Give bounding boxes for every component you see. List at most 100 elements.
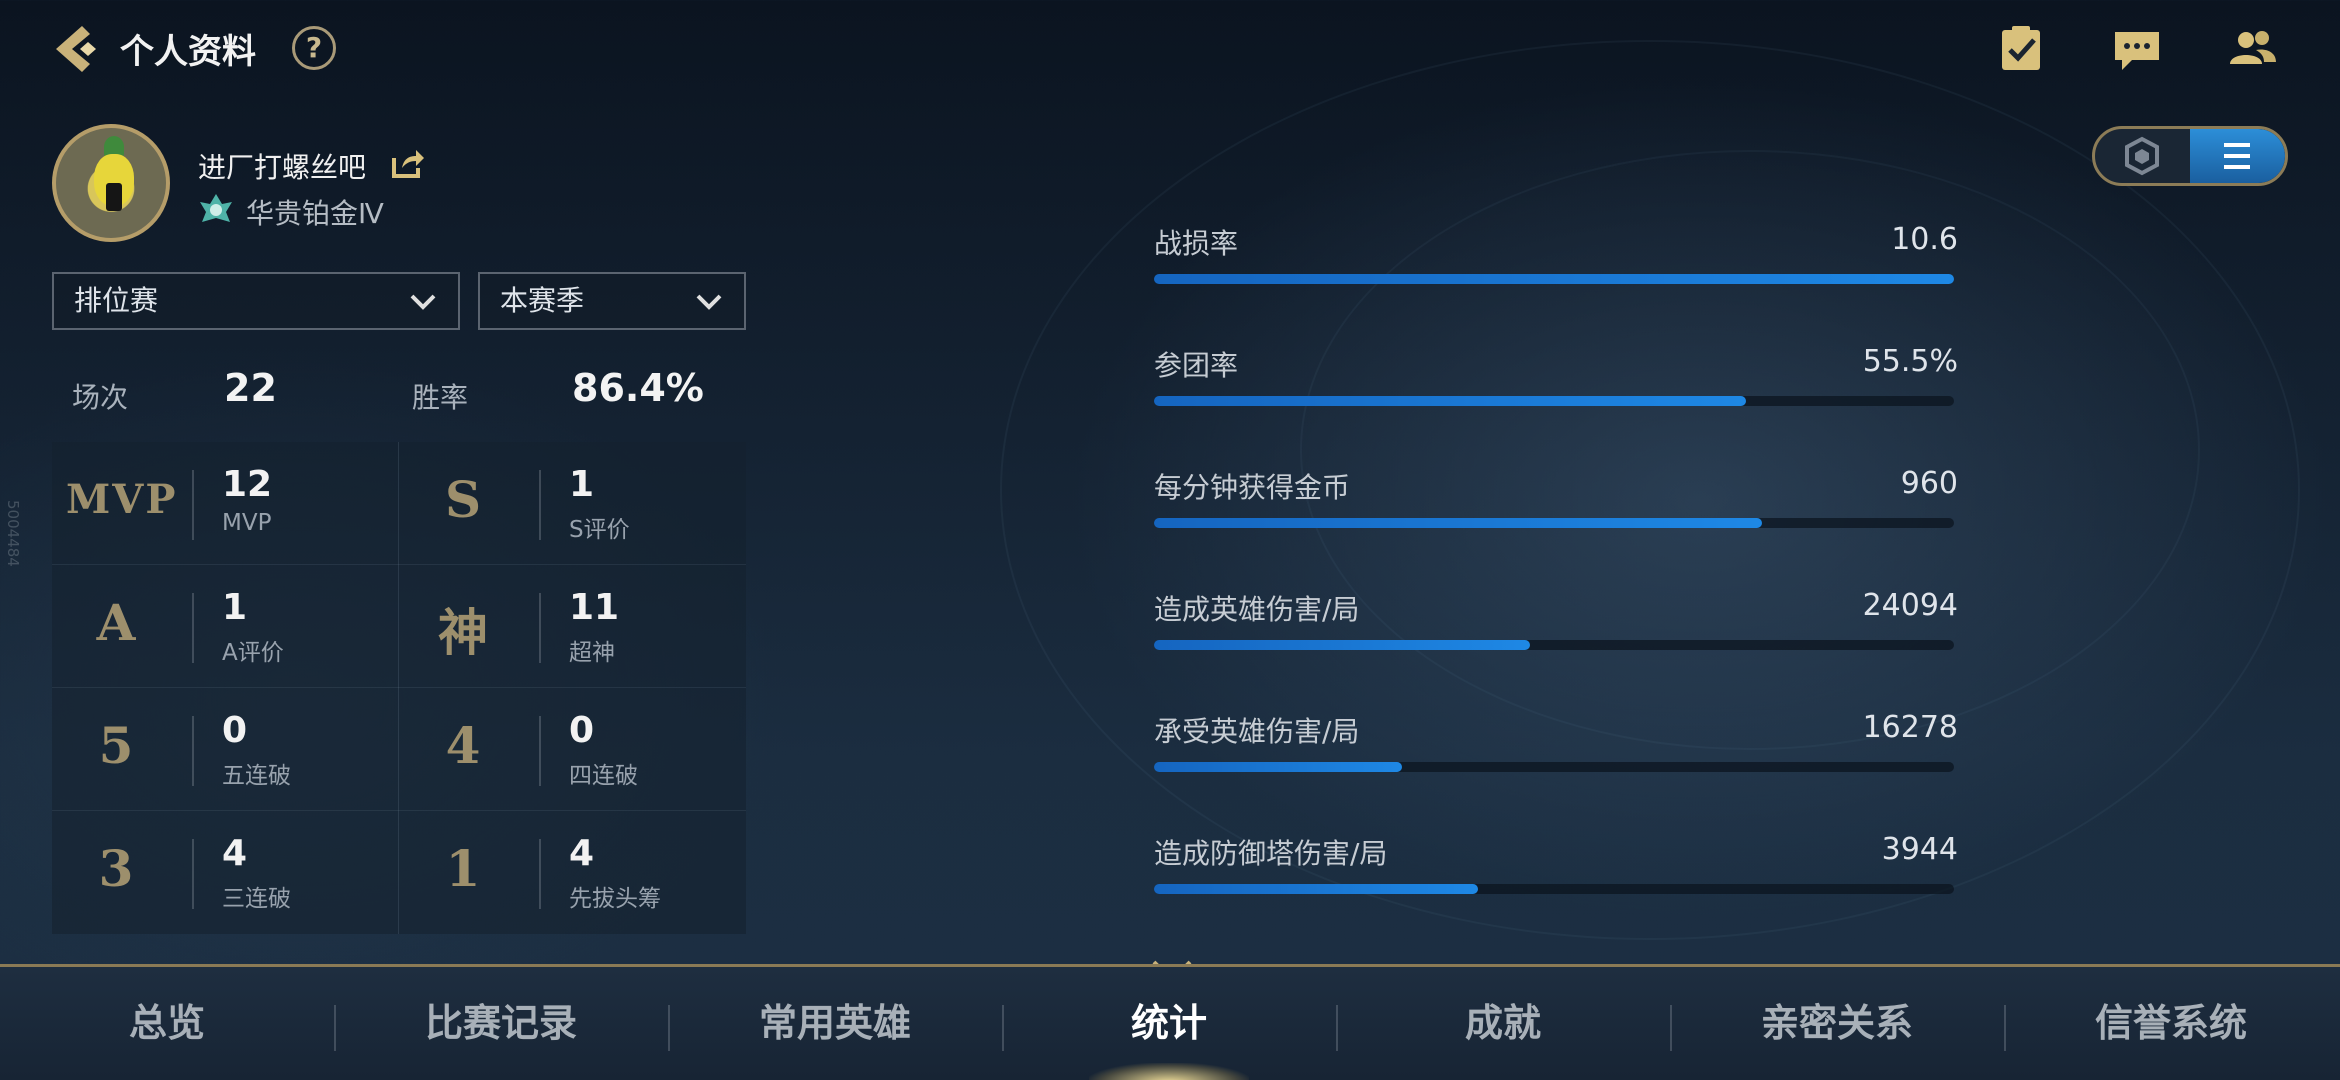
stat-cell-first-blood: 1 4 先拔头筹 [399,811,746,934]
page-title: 个人资料 [120,32,256,72]
stat-value: 12 [222,464,273,505]
a-grade-glyph: A [96,593,136,652]
view-toggle[interactable] [2092,126,2288,186]
winrate-value: 86.4% [572,366,704,410]
stat-cell-legendary: 神 11 超神 [399,565,746,688]
stat-value: 4 [569,833,595,874]
stat-cell-s: S 1 S评价 [399,442,746,565]
triple-glyph: 3 [98,839,134,898]
stat-value: 1 [222,587,248,628]
mode-dropdown-value: 排位赛 [74,284,159,317]
stat-bar-name: 战损率 [1154,227,1239,260]
tab-credit-system[interactable]: 信誉系统 [2004,967,2338,1080]
stat-bar-name: 造成防御塔伤害/局 [1154,837,1388,870]
stat-bar-fill [1154,396,1746,406]
stat-bar-track [1154,640,1954,650]
stat-bar-track [1154,518,1954,528]
winrate-label: 胜率 [412,381,469,414]
platinum-rank-icon [200,194,232,222]
stat-value: 1 [569,464,595,505]
stat-label: 四连破 [569,763,638,789]
stat-bar-track [1154,396,1954,406]
toggle-list-view[interactable] [2190,129,2285,183]
tab-achievements[interactable]: 成就 [1336,967,1670,1080]
tab-heroes[interactable]: 常用英雄 [668,967,1002,1080]
stat-cell-triple: 3 4 三连破 [52,811,399,934]
stat-cell-quadra: 4 0 四连破 [399,688,746,811]
stats-grid: MVP 12 MVP S 1 S评价 A 1 A评价 神 11 超神 5 0 五… [52,442,746,934]
games-value: 22 [224,366,277,410]
hexagon-icon [2125,136,2159,176]
stat-bar-value: 10.6 [1891,222,1958,257]
stat-bar-track [1154,884,1954,894]
stat-bar-name: 造成英雄伤害/局 [1154,593,1360,626]
stat-cell-a: A 1 A评价 [52,565,399,688]
tab-overview[interactable]: 总览 [0,967,334,1080]
stat-value: 11 [569,587,620,628]
stat-label: MVP [222,510,272,536]
avatar-phone [106,183,122,211]
friends-button[interactable] [2226,22,2280,76]
bottom-nav: 总览 比赛记录 常用英雄 统计 成就 亲密关系 信誉系统 [0,964,2340,1080]
stat-bar-name: 参团率 [1154,349,1239,382]
stat-bar-fill [1154,762,1402,772]
chevron-down-icon [410,294,436,310]
stat-value: 4 [222,833,248,874]
stat-label: S评价 [569,517,630,543]
legendary-glyph: 神 [438,603,488,662]
share-button[interactable] [390,146,426,180]
chat-bubble-icon [2115,32,2159,70]
help-button[interactable]: ? [292,26,336,70]
stat-bar-track [1154,762,1954,772]
friends-icon [2230,31,2276,64]
stat-cell-penta: 5 0 五连破 [52,688,399,811]
back-button[interactable] [48,20,106,78]
stat-bar-fill [1154,518,1762,528]
stat-label: A评价 [222,640,284,666]
avatar[interactable] [52,124,170,242]
stat-bar-fill [1154,640,1530,650]
background-swirl [1300,150,2200,750]
season-dropdown[interactable]: 本赛季 [478,272,746,330]
s-grade-glyph: S [444,470,482,529]
chat-button[interactable] [2110,22,2164,76]
stat-bar-value: 55.5% [1862,344,1958,379]
stat-bar-value: 960 [1900,466,1958,501]
penta-glyph: 5 [98,716,134,775]
stat-bar-value: 16278 [1862,710,1958,745]
first-blood-glyph: 1 [445,839,481,898]
rank-name: 华贵铂金Ⅳ [246,197,384,230]
back-arrow-icon [56,26,96,72]
stat-bar-value: 3944 [1881,832,1958,867]
games-label: 场次 [72,381,129,414]
rank-badge [196,190,236,230]
stat-bar-track [1154,274,1954,284]
list-icon [2224,143,2250,169]
stat-bar-name: 每分钟获得金币 [1154,471,1351,504]
tab-match-history[interactable]: 比赛记录 [334,967,668,1080]
share-icon [392,150,424,178]
quadra-glyph: 4 [445,716,481,775]
stat-bar-fill [1154,274,1954,284]
checklist-icon [2002,26,2040,70]
stat-label: 先拔头筹 [569,886,661,912]
stat-label: 五连破 [222,763,291,789]
tab-relationships[interactable]: 亲密关系 [1670,967,2004,1080]
tab-statistics[interactable]: 统计 [1002,967,1336,1080]
watermark: 5004484 [4,500,22,567]
stat-bar-value: 24094 [1862,588,1958,623]
mode-dropdown[interactable]: 排位赛 [52,272,460,330]
stat-bar-fill [1154,884,1478,894]
season-dropdown-value: 本赛季 [500,284,585,317]
stat-label: 超神 [569,640,615,666]
toggle-hexagon-view[interactable] [2095,129,2190,183]
mvp-glyph: MVP [66,476,178,523]
player-nickname: 进厂打螺丝吧 [198,151,367,184]
stat-bar-name: 承受英雄伤害/局 [1154,715,1360,748]
chevron-down-icon [696,294,722,310]
stat-label: 三连破 [222,886,291,912]
tasks-button[interactable] [1994,22,2048,76]
stat-cell-mvp: MVP 12 MVP [52,442,399,565]
stat-value: 0 [569,710,595,751]
stat-value: 0 [222,710,248,751]
